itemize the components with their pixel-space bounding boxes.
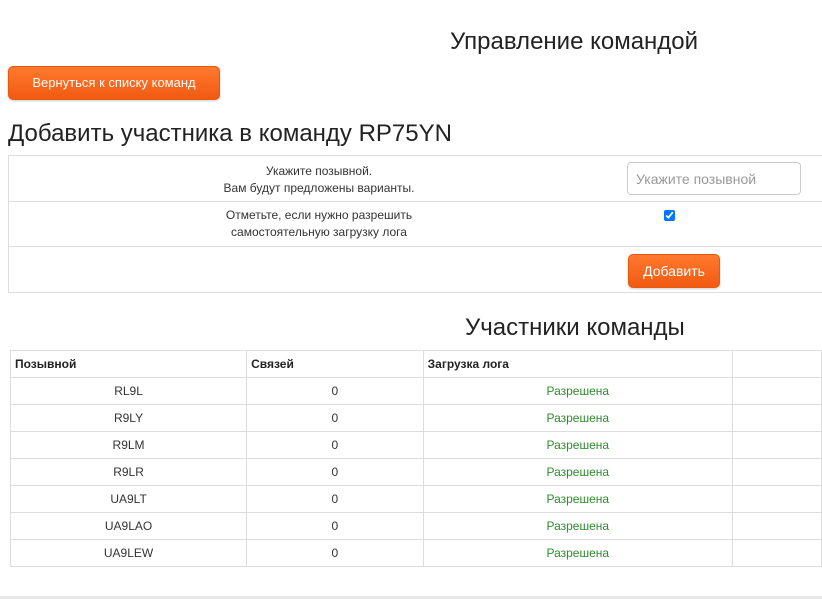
log-permission-label-line1: Отметьте, если нужно разрешить [225, 208, 413, 222]
member-qsos: 0 [246, 377, 424, 405]
member-log-upload: Разрешена [422, 404, 733, 432]
member-actions-cell [731, 404, 822, 432]
log-permission-label-line2: самостоятельную загрузку лога [231, 225, 407, 239]
member-log-upload: Разрешена [422, 377, 733, 405]
member-log-upload: Разрешена [422, 512, 733, 540]
table-row: R9LM 0 Разрешена [9, 431, 822, 459]
submit-row: Добавить [9, 247, 822, 293]
column-header-qsos: Связей [246, 350, 424, 378]
add-member-form: Укажите позывной. Вам будут предложены в… [8, 155, 822, 293]
member-qsos: 0 [246, 458, 424, 486]
member-callsign: RL9L [9, 377, 248, 405]
log-permission-row: Отметьте, если нужно разрешить самостоят… [9, 202, 822, 247]
member-callsign: UA9LEW [9, 539, 248, 567]
member-log-upload: Разрешена [422, 539, 733, 567]
callsign-row: Укажите позывной. Вам будут предложены в… [9, 156, 822, 202]
members-title: Участники команды [465, 314, 685, 341]
add-member-button[interactable]: Добавить [628, 254, 720, 288]
member-actions-cell [731, 485, 822, 513]
table-row: RL9L 0 Разрешена [9, 377, 822, 405]
member-callsign: R9LM [9, 431, 248, 459]
member-actions-cell [731, 512, 822, 540]
member-actions-cell [731, 539, 822, 567]
table-row: R9LY 0 Разрешена [9, 404, 822, 432]
member-qsos: 0 [246, 485, 424, 513]
page-bottom-divider [0, 596, 822, 599]
member-callsign: UA9LAO [9, 512, 248, 540]
table-row: UA9LAO 0 Разрешена [9, 512, 822, 540]
page-title: Управление командой [450, 28, 699, 55]
callsign-input[interactable] [627, 162, 801, 195]
table-row: UA9LEW 0 Разрешена [9, 539, 822, 567]
callsign-label-line2: Вам будут предложены варианты. [223, 181, 415, 195]
member-qsos: 0 [246, 431, 424, 459]
table-row: UA9LT 0 Разрешена [9, 485, 822, 513]
member-actions-cell [731, 458, 822, 486]
callsign-label-line1: Укажите позывной. [265, 164, 373, 178]
member-log-upload: Разрешена [422, 485, 733, 513]
member-actions-cell [731, 377, 822, 405]
table-row: R9LR 0 Разрешена [9, 458, 822, 486]
column-header-log-upload: Загрузка лога [422, 350, 733, 378]
member-qsos: 0 [246, 512, 424, 540]
members-table-header: Позывной Связей Загрузка лога [9, 350, 822, 378]
member-callsign: UA9LT [9, 485, 248, 513]
member-log-upload: Разрешена [422, 458, 733, 486]
callsign-label: Укажите позывной. Вам будут предложены в… [9, 163, 629, 197]
add-member-title: Добавить участника в команду RP75YN [8, 120, 452, 147]
back-to-teams-button[interactable]: Вернуться к списку команд [8, 66, 220, 100]
log-permission-checkbox[interactable] [664, 210, 675, 221]
member-qsos: 0 [246, 539, 424, 567]
log-permission-label: Отметьте, если нужно разрешить самостоят… [9, 207, 629, 241]
member-log-upload: Разрешена [422, 431, 733, 459]
member-callsign: R9LR [9, 458, 248, 486]
column-header-callsign: Позывной [9, 350, 248, 378]
column-header-actions [731, 350, 822, 378]
members-table: Позывной Связей Загрузка лога RL9L 0 Раз… [9, 350, 822, 567]
member-actions-cell [731, 431, 822, 459]
member-qsos: 0 [246, 404, 424, 432]
member-callsign: R9LY [9, 404, 248, 432]
